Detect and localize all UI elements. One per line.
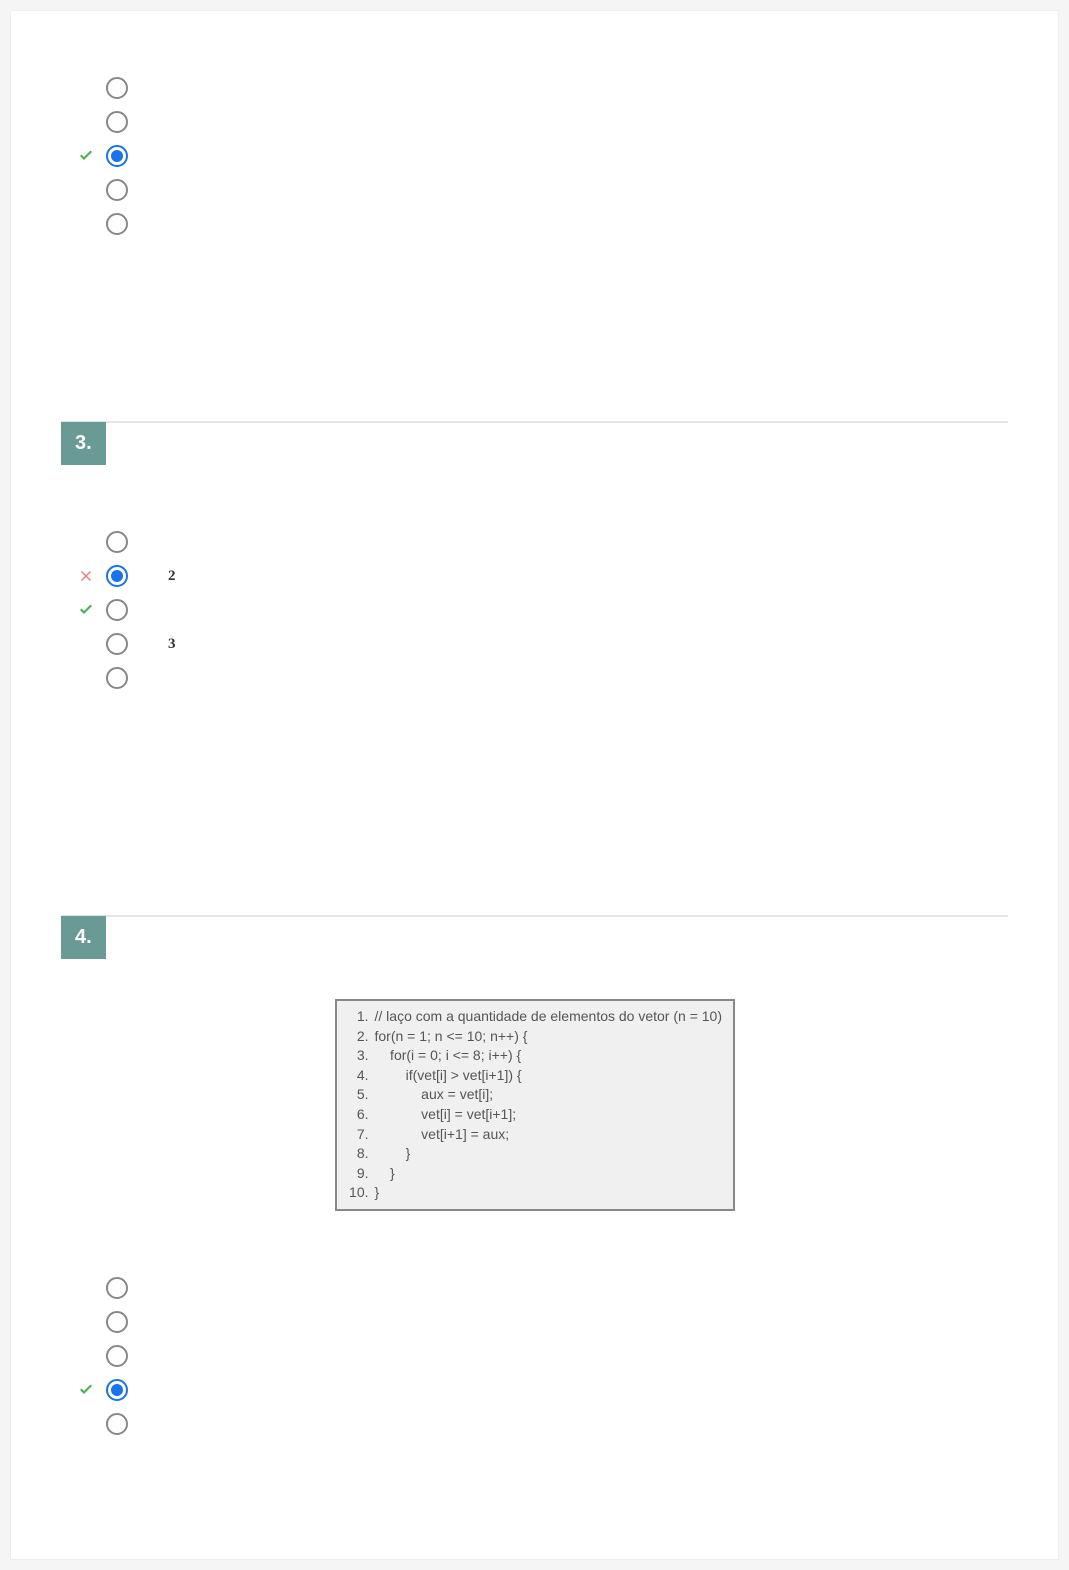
radio-option[interactable] [106, 1311, 128, 1333]
code-line: 2. for(n = 1; n <= 10; n++) { [347, 1027, 723, 1047]
question-divider [61, 421, 1008, 423]
question-options-group: 2 3 [76, 525, 1008, 695]
radio-option[interactable] [106, 213, 128, 235]
line-text: vet[i] = vet[i+1]; [375, 1105, 517, 1125]
option-row [76, 105, 1008, 139]
line-number: 3. [347, 1046, 369, 1066]
option-row [76, 1305, 1008, 1339]
line-number: 7. [347, 1125, 369, 1145]
line-number: 8. [347, 1144, 369, 1164]
line-text: vet[i+1] = aux; [375, 1125, 510, 1145]
option-row [76, 525, 1008, 559]
cross-icon [78, 568, 94, 584]
radio-option-selected[interactable] [106, 565, 128, 587]
correct-mark [76, 602, 96, 618]
option-row [76, 1271, 1008, 1305]
check-icon [78, 148, 94, 164]
radio-option[interactable] [106, 633, 128, 655]
question-number-badge: 3. [61, 422, 106, 465]
option-row [76, 661, 1008, 695]
question-options-group [11, 11, 1058, 421]
radio-option[interactable] [106, 111, 128, 133]
code-line: 9. } [347, 1164, 723, 1184]
line-text: } [375, 1144, 411, 1164]
line-number: 10. [347, 1183, 369, 1203]
line-number: 4. [347, 1066, 369, 1086]
code-line: 4. if(vet[i] > vet[i+1]) { [347, 1066, 723, 1086]
radio-option[interactable] [106, 179, 128, 201]
line-text: // laço com a quantidade de elementos do… [375, 1007, 723, 1027]
incorrect-mark [76, 568, 96, 584]
check-icon [78, 1382, 94, 1398]
option-row: 2 [76, 559, 1008, 593]
line-text: } [375, 1183, 380, 1203]
option-row [76, 139, 1008, 173]
option-row [76, 71, 1008, 105]
line-text: if(vet[i] > vet[i+1]) { [375, 1066, 522, 1086]
question-divider [61, 915, 1008, 917]
option-row [76, 1339, 1008, 1373]
radio-option[interactable] [106, 77, 128, 99]
line-number: 2. [347, 1027, 369, 1047]
radio-option[interactable] [106, 1277, 128, 1299]
question-body: 1. // laço com a quantidade de elementos … [11, 959, 1058, 1501]
radio-option-selected[interactable] [106, 145, 128, 167]
option-label: 2 [168, 568, 178, 585]
line-number: 9. [347, 1164, 369, 1184]
correct-mark [76, 148, 96, 164]
question-number-badge: 4. [61, 916, 106, 959]
code-line: 10.} [347, 1183, 723, 1203]
radio-option[interactable] [106, 599, 128, 621]
question-body: 2 3 [11, 465, 1058, 755]
question-options-group [76, 1271, 1008, 1441]
line-text: for(i = 0; i <= 8; i++) { [375, 1046, 522, 1066]
code-line: 7. vet[i+1] = aux; [347, 1125, 723, 1145]
option-row [76, 1373, 1008, 1407]
radio-option[interactable] [106, 667, 128, 689]
radio-option[interactable] [106, 1345, 128, 1367]
code-line: 8. } [347, 1144, 723, 1164]
code-snippet: 1. // laço com a quantidade de elementos … [335, 999, 735, 1211]
option-row [76, 173, 1008, 207]
quiz-page: 3. 2 [10, 10, 1059, 1560]
option-row: 3 [76, 627, 1008, 661]
code-line: 3. for(i = 0; i <= 8; i++) { [347, 1046, 723, 1066]
correct-mark [76, 1382, 96, 1398]
option-row [76, 593, 1008, 627]
option-row [76, 1407, 1008, 1441]
option-row [76, 207, 1008, 241]
code-line: 5. aux = vet[i]; [347, 1085, 723, 1105]
line-text: aux = vet[i]; [375, 1085, 494, 1105]
radio-option[interactable] [106, 1413, 128, 1435]
line-number: 1. [347, 1007, 369, 1027]
line-text: for(n = 1; n <= 10; n++) { [375, 1027, 528, 1047]
code-line: 1. // laço com a quantidade de elementos … [347, 1007, 723, 1027]
line-number: 5. [347, 1085, 369, 1105]
check-icon [78, 602, 94, 618]
line-number: 6. [347, 1105, 369, 1125]
line-text: } [375, 1164, 395, 1184]
radio-option-selected[interactable] [106, 1379, 128, 1401]
code-line: 6. vet[i] = vet[i+1]; [347, 1105, 723, 1125]
radio-option[interactable] [106, 531, 128, 553]
option-label: 3 [168, 636, 178, 653]
